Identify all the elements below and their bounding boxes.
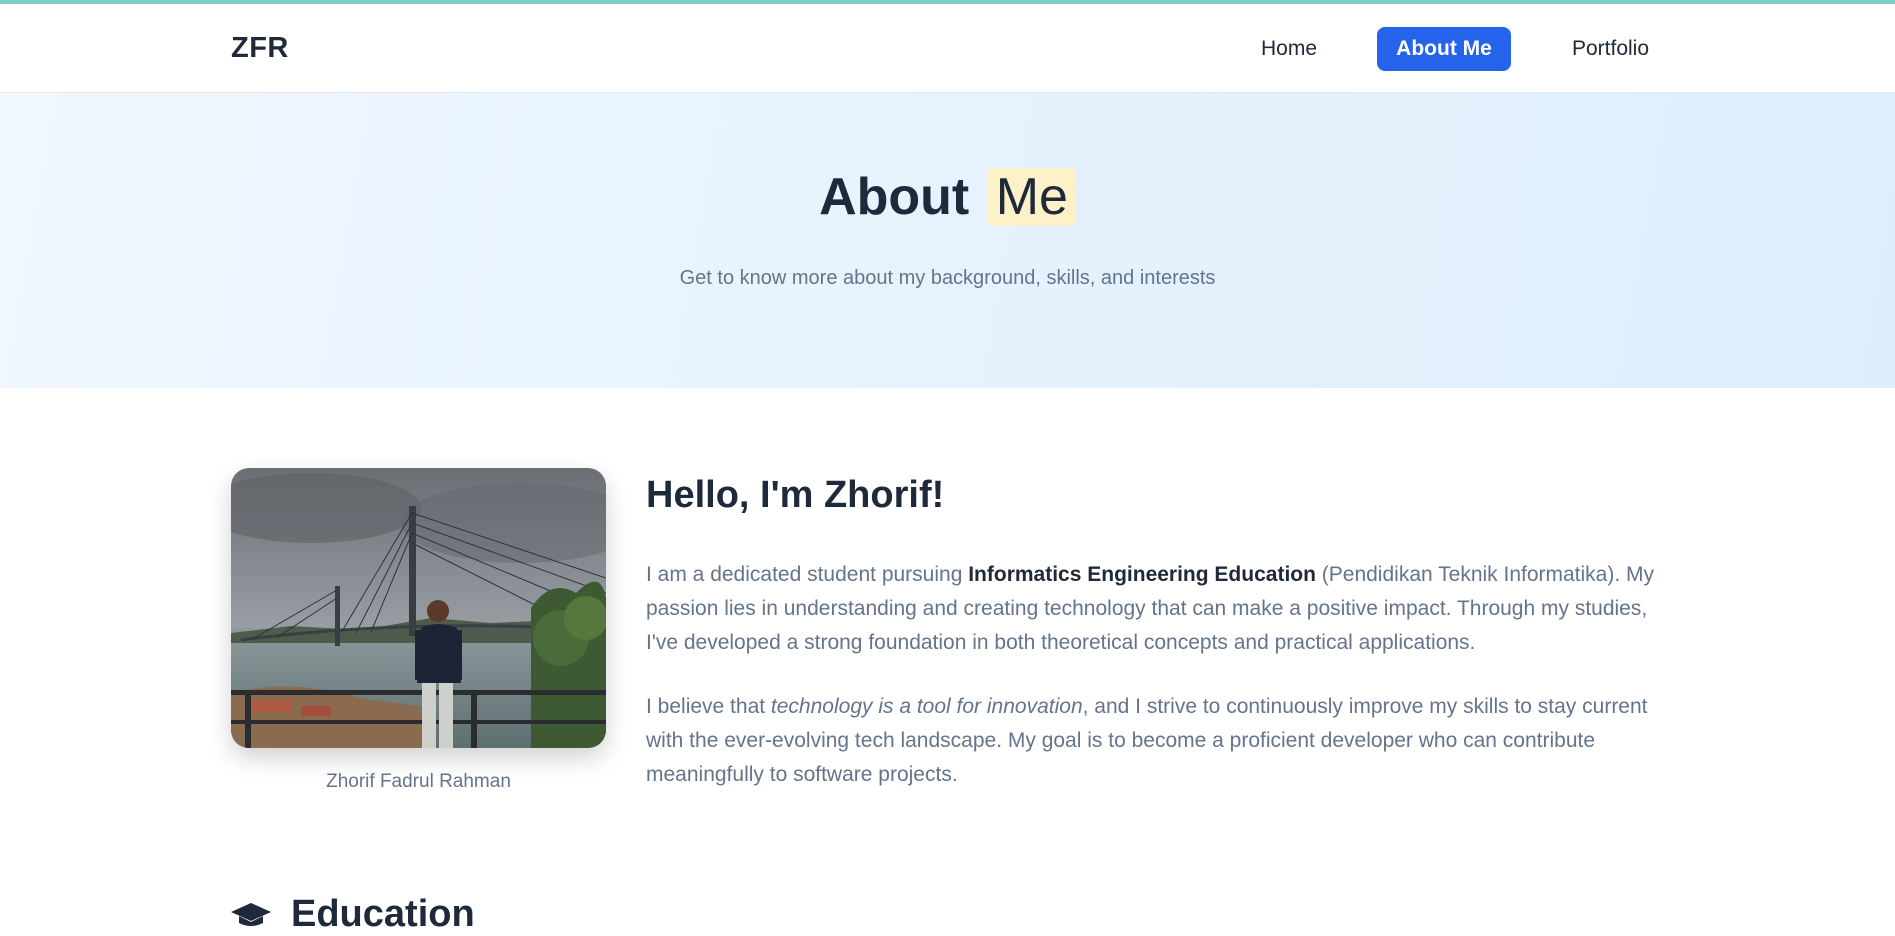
intro-p2-italic: technology is a tool for innovation — [770, 695, 1083, 718]
profile-caption: Zhorif Fadrul Rahman — [326, 771, 511, 792]
page-title-main: About — [819, 168, 970, 226]
profile-photo — [231, 468, 606, 748]
intro-greeting: Hello, I'm Zhorif! — [646, 474, 945, 516]
intro-paragraph-1: I am a dedicated student pursuing Inform… — [646, 558, 1676, 660]
intro-p1-bold: Informatics Engineering Education — [968, 563, 1316, 586]
intro-paragraph-2: I believe that technology is a tool for … — [646, 690, 1676, 792]
brand-logo[interactable]: ZFR — [231, 32, 289, 65]
nav-portfolio-link[interactable]: Portfolio — [1556, 27, 1665, 71]
nav-about-link[interactable]: About Me — [1377, 27, 1511, 71]
navbar: ZFR Home About Me Portfolio — [0, 4, 1895, 93]
page-title: About Me — [0, 167, 1895, 227]
page-title-highlight: Me — [987, 168, 1076, 226]
education-title: Education — [291, 893, 475, 935]
nav-home-link[interactable]: Home — [1248, 27, 1330, 71]
intro-p1-text-start: I am a dedicated student pursuing — [646, 563, 969, 586]
graduation-cap-icon — [231, 903, 271, 926]
page-subtitle: Get to know more about my background, sk… — [679, 267, 1216, 289]
hero-section: About Me Get to know more about my backg… — [0, 93, 1895, 388]
intro-p2-text-start: I believe that — [646, 695, 771, 718]
